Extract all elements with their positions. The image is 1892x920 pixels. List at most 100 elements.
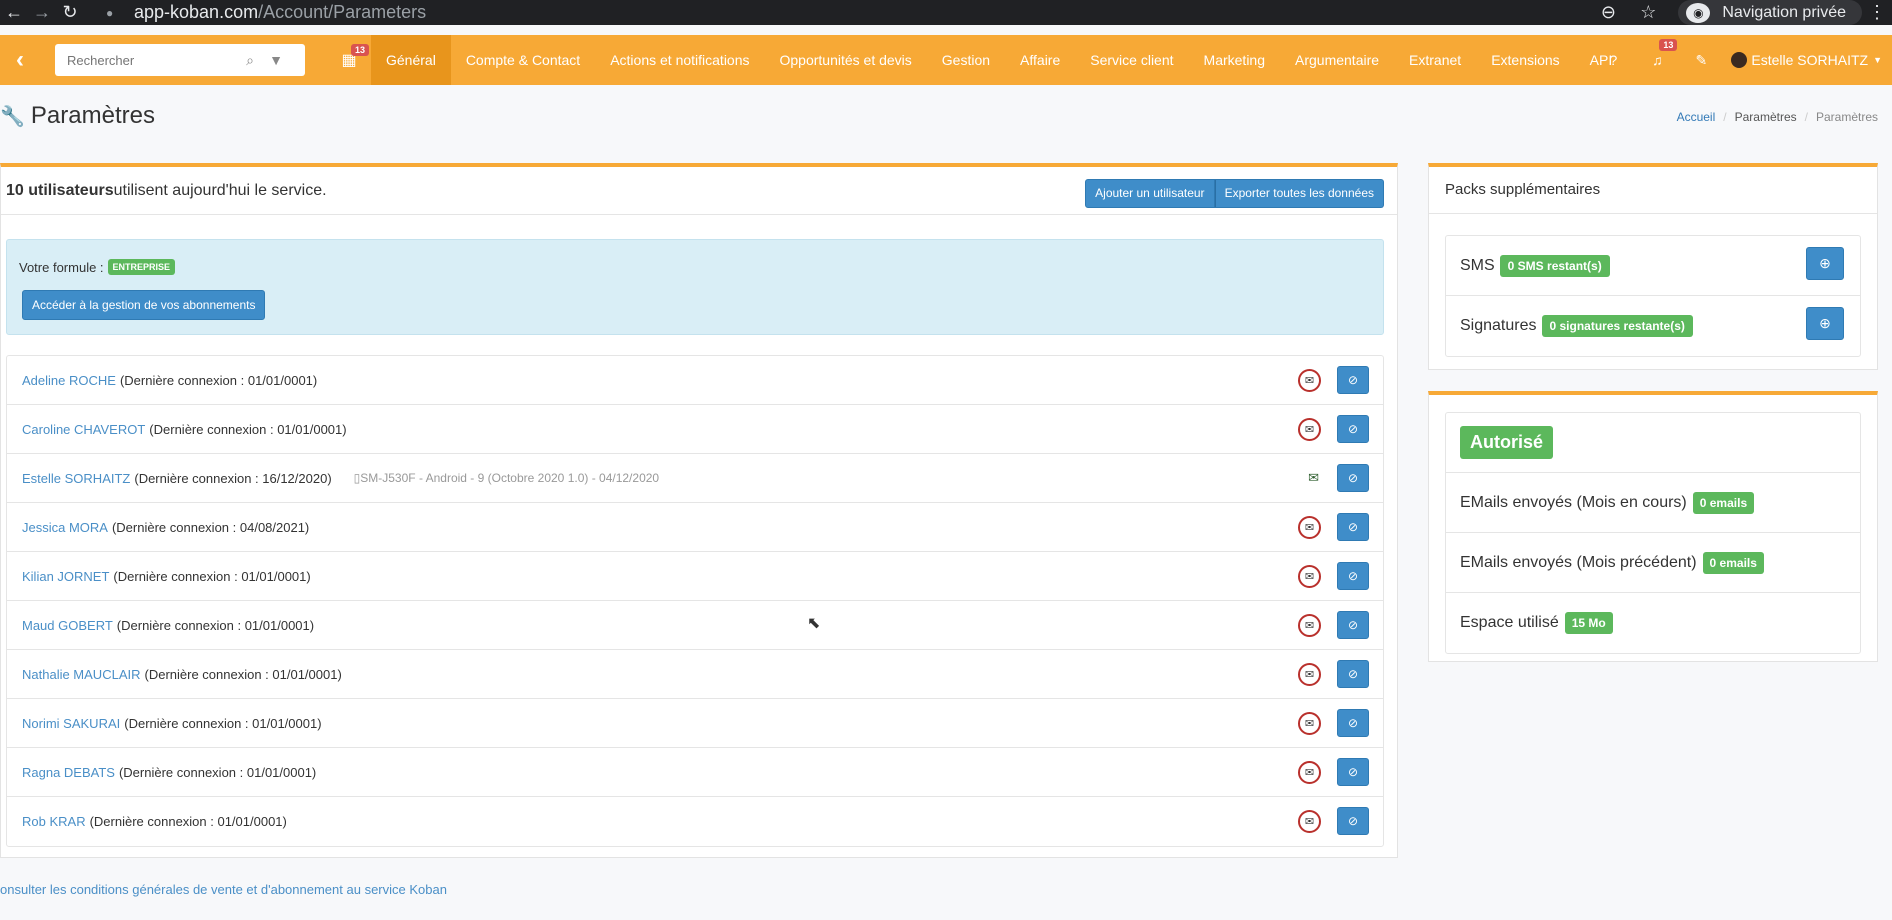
- list-item: Rob KRAR (Dernière connexion : 01/01/000…: [7, 797, 1383, 846]
- menu-item-extensions[interactable]: Extensions: [1476, 35, 1574, 85]
- menu-item-compte-contact[interactable]: Compte & Contact: [451, 35, 595, 85]
- breadcrumb-item: Paramètres: [1734, 110, 1797, 124]
- mail-disabled-icon[interactable]: ✉: [1298, 712, 1321, 735]
- menu-item-actions-notifications[interactable]: Actions et notifications: [595, 35, 764, 85]
- email-status-panel: Autorisé EMails envoyés (Mois en cours) …: [1428, 391, 1878, 662]
- disable-user-button[interactable]: ⊘: [1337, 513, 1369, 541]
- mail-enabled-icon[interactable]: ✉: [1308, 470, 1319, 486]
- incognito-icon: ◉: [1686, 2, 1711, 23]
- last-connection: (Dernière connexion : 01/01/0001): [149, 421, 347, 437]
- disable-user-button[interactable]: ⊘: [1337, 415, 1369, 443]
- user-link[interactable]: Jessica MORA: [22, 520, 108, 535]
- list-item: Norimi SAKURAI (Dernière connexion : 01/…: [7, 699, 1383, 748]
- menu-item-argumentaire[interactable]: Argumentaire: [1280, 35, 1394, 85]
- user-link[interactable]: Maud GOBERT: [22, 618, 113, 633]
- menu-item-extranet[interactable]: Extranet: [1394, 35, 1476, 85]
- reload-icon[interactable]: ↻: [56, 2, 84, 23]
- search-box: ⌕ ▼: [55, 44, 305, 76]
- add-signatures-button[interactable]: ⊕: [1806, 307, 1844, 340]
- menu-item-opportunites-devis[interactable]: Opportunités et devis: [765, 35, 927, 85]
- formule-label: Votre formule :: [19, 259, 104, 275]
- pack-label: Signatures: [1460, 317, 1537, 334]
- browser-menu-icon[interactable]: ⋮: [1862, 2, 1892, 23]
- export-data-button[interactable]: Exporter toutes les données: [1214, 179, 1384, 208]
- mail-disabled-icon[interactable]: ✉: [1298, 369, 1321, 392]
- calendar-button[interactable]: ▦ 13: [333, 35, 370, 85]
- address-bar[interactable]: ● app-koban.com/Account/Parameters: [106, 2, 426, 23]
- stat-badge: 15 Mo: [1564, 612, 1613, 634]
- filter-icon[interactable]: ▼: [263, 52, 289, 68]
- disable-user-button[interactable]: ⊘: [1337, 611, 1369, 639]
- list-item: Caroline CHAVEROT (Dernière connexion : …: [7, 405, 1383, 454]
- page-title-text: Paramètres: [30, 102, 155, 129]
- pack-badge: 0 SMS restant(s): [1499, 254, 1610, 277]
- user-menu[interactable]: Estelle SORHAITZ ▼: [1731, 52, 1882, 68]
- pack-label: SMS: [1460, 256, 1495, 274]
- last-connection: (Dernière connexion : 01/01/0001): [144, 666, 342, 682]
- main-menu: Général Compte & Contact Actions et noti…: [371, 35, 1627, 85]
- storage-used: Espace utilisé 15 Mo: [1446, 593, 1860, 653]
- navbar-right: ? ♫ 13 ✎ Estelle SORHAITZ ▼: [1591, 35, 1882, 85]
- mouse-cursor-icon: ⬉: [807, 615, 821, 632]
- help-icon[interactable]: ?: [1591, 52, 1635, 68]
- manage-subscriptions-button[interactable]: Accéder à la gestion de vos abonnements: [22, 290, 266, 320]
- url-host: app-koban.com: [134, 2, 259, 22]
- disable-user-button[interactable]: ⊘: [1337, 758, 1369, 786]
- user-link[interactable]: Ragna DEBATS: [22, 765, 115, 780]
- mail-disabled-icon[interactable]: ✉: [1298, 565, 1321, 588]
- forward-icon[interactable]: →: [28, 2, 56, 23]
- mail-disabled-icon[interactable]: ✉: [1298, 761, 1321, 784]
- mail-disabled-icon[interactable]: ✉: [1298, 614, 1321, 637]
- disable-user-button[interactable]: ⊘: [1337, 660, 1369, 688]
- formule-line: Votre formule : ENTREPRISE: [19, 259, 176, 275]
- incognito-indicator[interactable]: ◉ Navigation privée: [1678, 0, 1862, 25]
- search-input[interactable]: [67, 52, 237, 68]
- menu-item-general[interactable]: Général: [371, 35, 451, 85]
- stat-label: Espace utilisé: [1460, 614, 1559, 631]
- last-connection: (Dernière connexion : 04/08/2021): [111, 519, 310, 535]
- search-icon[interactable]: ⌕: [237, 52, 263, 69]
- packs-list: SMS 0 SMS restant(s) ⊕ Signatures 0 sign…: [1445, 235, 1861, 357]
- user-link[interactable]: Norimi SAKURAI: [22, 716, 120, 731]
- bell-icon[interactable]: ♫ 13: [1635, 39, 1679, 68]
- star-icon[interactable]: ☆: [1628, 2, 1668, 23]
- disable-user-button[interactable]: ⊘: [1337, 366, 1369, 394]
- list-item: Jessica MORA (Dernière connexion : 04/08…: [7, 503, 1383, 552]
- koban-logo[interactable]: ‹: [0, 35, 40, 85]
- email-status-list: Autorisé EMails envoyés (Mois en cours) …: [1445, 412, 1861, 654]
- user-link[interactable]: Kilian JORNET: [22, 569, 109, 584]
- last-connection: (Dernière connexion : 16/12/2020): [134, 470, 332, 486]
- user-link[interactable]: Estelle SORHAITZ: [22, 471, 130, 486]
- user-link[interactable]: Nathalie MAUCLAIR: [22, 667, 141, 682]
- mail-disabled-icon[interactable]: ✉: [1298, 418, 1321, 441]
- emails-current-month: EMails envoyés (Mois en cours) 0 emails: [1446, 473, 1860, 533]
- back-icon[interactable]: ←: [0, 2, 28, 23]
- mail-disabled-icon[interactable]: ✉: [1298, 663, 1321, 686]
- user-link[interactable]: Caroline CHAVEROT: [22, 422, 145, 437]
- mail-disabled-icon[interactable]: ✉: [1298, 810, 1321, 833]
- last-connection: (Dernière connexion : 01/01/0001): [89, 814, 287, 829]
- wrench-icon: 🔧: [0, 105, 25, 128]
- menu-item-affaire[interactable]: Affaire: [1005, 35, 1075, 85]
- disable-user-button[interactable]: ⊘: [1337, 464, 1369, 492]
- cgv-link[interactable]: onsulter les conditions générales de ven…: [0, 882, 447, 897]
- user-name: Estelle SORHAITZ: [1751, 52, 1869, 68]
- add-sms-button[interactable]: ⊕: [1806, 247, 1844, 280]
- user-link[interactable]: Adeline ROCHE: [22, 373, 116, 388]
- menu-item-gestion[interactable]: Gestion: [927, 35, 1005, 85]
- list-item: Kilian JORNET (Dernière connexion : 01/0…: [7, 552, 1383, 601]
- mail-disabled-icon[interactable]: ✉: [1298, 516, 1321, 539]
- disable-user-button[interactable]: ⊘: [1337, 709, 1369, 737]
- menu-item-service-client[interactable]: Service client: [1075, 35, 1188, 85]
- zoom-icon[interactable]: ⊖: [1588, 2, 1628, 23]
- disable-user-button[interactable]: ⊘: [1337, 562, 1369, 590]
- breadcrumb-home[interactable]: Accueil: [1677, 110, 1716, 124]
- list-item: Estelle SORHAITZ (Dernière connexion : 1…: [7, 454, 1383, 503]
- add-user-button[interactable]: Ajouter un utilisateur: [1085, 179, 1215, 208]
- browser-toolbar: ← → ↻ ● app-koban.com/Account/Parameters…: [0, 0, 1892, 25]
- disable-user-button[interactable]: ⊘: [1337, 807, 1369, 835]
- user-link[interactable]: Rob KRAR: [22, 814, 86, 829]
- status-badge: Autorisé: [1460, 426, 1554, 459]
- menu-item-marketing[interactable]: Marketing: [1189, 35, 1280, 85]
- wrench-icon[interactable]: ✎: [1679, 52, 1723, 69]
